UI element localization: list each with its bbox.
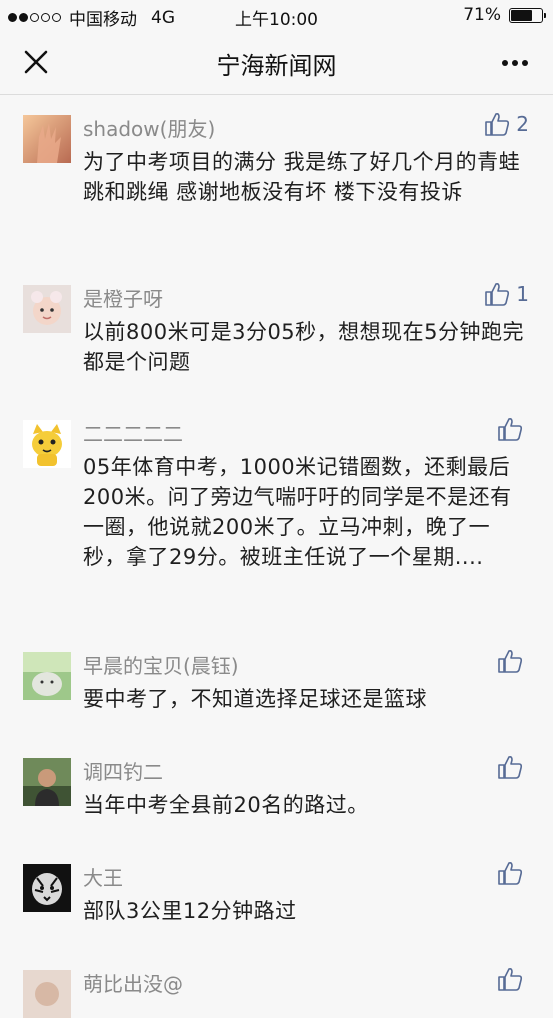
status-right: 71% (463, 5, 546, 25)
comment-item: 二二二二二 05年体育中考，1000米记错圈数，还剩最后200米。问了旁边气喘吁… (0, 400, 553, 632)
thumbs-up-icon (498, 862, 523, 885)
status-bar: 中国移动 4G 上午10:00 71% (0, 0, 553, 32)
comment-text: 为了中考项目的满分 我是练了好几个月的青蛙跳和跳绳 感谢地板没有坏 楼下没有投诉 (83, 150, 521, 204)
avatar[interactable] (23, 115, 71, 163)
comment-nickname[interactable]: 萌比出没@ (83, 968, 183, 997)
thumbs-up-icon (498, 756, 523, 779)
close-icon (24, 50, 48, 74)
avatar[interactable] (23, 652, 71, 700)
avatar[interactable] (23, 758, 71, 806)
close-button[interactable] (20, 46, 54, 80)
like-count: 2 (516, 112, 529, 136)
comment-text: 当年中考全县前20名的路过。 (83, 793, 369, 817)
more-button[interactable] (495, 46, 535, 80)
comment-item: shadow(朋友) 2 为了中考项目的满分 我是练了好几个月的青蛙跳和跳绳 感… (0, 95, 553, 265)
like-button[interactable] (497, 416, 529, 442)
battery-icon (509, 7, 546, 23)
comment-item: 是橙子呀 1 以前800米可是3分05秒，想想现在5分钟跑完都是个问题 (0, 265, 553, 400)
avatar[interactable] (23, 420, 71, 468)
page-title: 宁海新闻网 (216, 52, 337, 80)
thumbs-up-icon (485, 113, 510, 136)
like-button[interactable] (497, 754, 529, 780)
comment-item: 萌比出没@ (0, 950, 553, 1018)
comment-item: 大王 部队3公里12分钟路过 (0, 844, 553, 950)
like-button[interactable]: 2 (484, 111, 529, 137)
comment-text: 05年体育中考，1000米记错圈数，还剩最后200米。问了旁边气喘吁吁的同学是不… (83, 455, 512, 569)
like-button[interactable]: 1 (484, 281, 529, 307)
comment-nickname[interactable]: 二二二二二 (83, 418, 183, 447)
comment-nickname[interactable]: 早晨的宝贝(晨钰) (83, 650, 239, 679)
thumbs-up-icon (485, 283, 510, 306)
comment-item: 早晨的宝贝(晨钰) 要中考了，不知道选择足球还是篮球 (0, 632, 553, 738)
comment-text: 部队3公里12分钟路过 (83, 899, 297, 923)
like-button[interactable] (497, 966, 529, 992)
comment-nickname[interactable]: shadow(朋友) (83, 113, 215, 142)
like-button[interactable] (497, 860, 529, 886)
comment-list: shadow(朋友) 2 为了中考项目的满分 我是练了好几个月的青蛙跳和跳绳 感… (0, 95, 553, 1018)
comment-nickname[interactable]: 大王 (83, 862, 123, 891)
comment-nickname[interactable]: 是橙子呀 (83, 283, 163, 312)
thumbs-up-icon (498, 650, 523, 673)
nav-bar: 宁海新闻网 (0, 32, 553, 95)
thumbs-up-icon (498, 418, 523, 441)
like-count: 1 (516, 282, 529, 306)
thumbs-up-icon (498, 968, 523, 991)
avatar[interactable] (23, 285, 71, 333)
comment-text: 以前800米可是3分05秒，想想现在5分钟跑完都是个问题 (83, 320, 525, 374)
comment-text: 要中考了，不知道选择足球还是篮球 (83, 687, 427, 711)
battery-percent: 71% (463, 5, 501, 25)
avatar[interactable] (23, 970, 71, 1018)
more-icon (502, 60, 528, 66)
avatar[interactable] (23, 864, 71, 912)
comment-item: 调四钓二 当年中考全县前20名的路过。 (0, 738, 553, 844)
comment-nickname[interactable]: 调四钓二 (83, 756, 163, 785)
like-button[interactable] (497, 648, 529, 674)
